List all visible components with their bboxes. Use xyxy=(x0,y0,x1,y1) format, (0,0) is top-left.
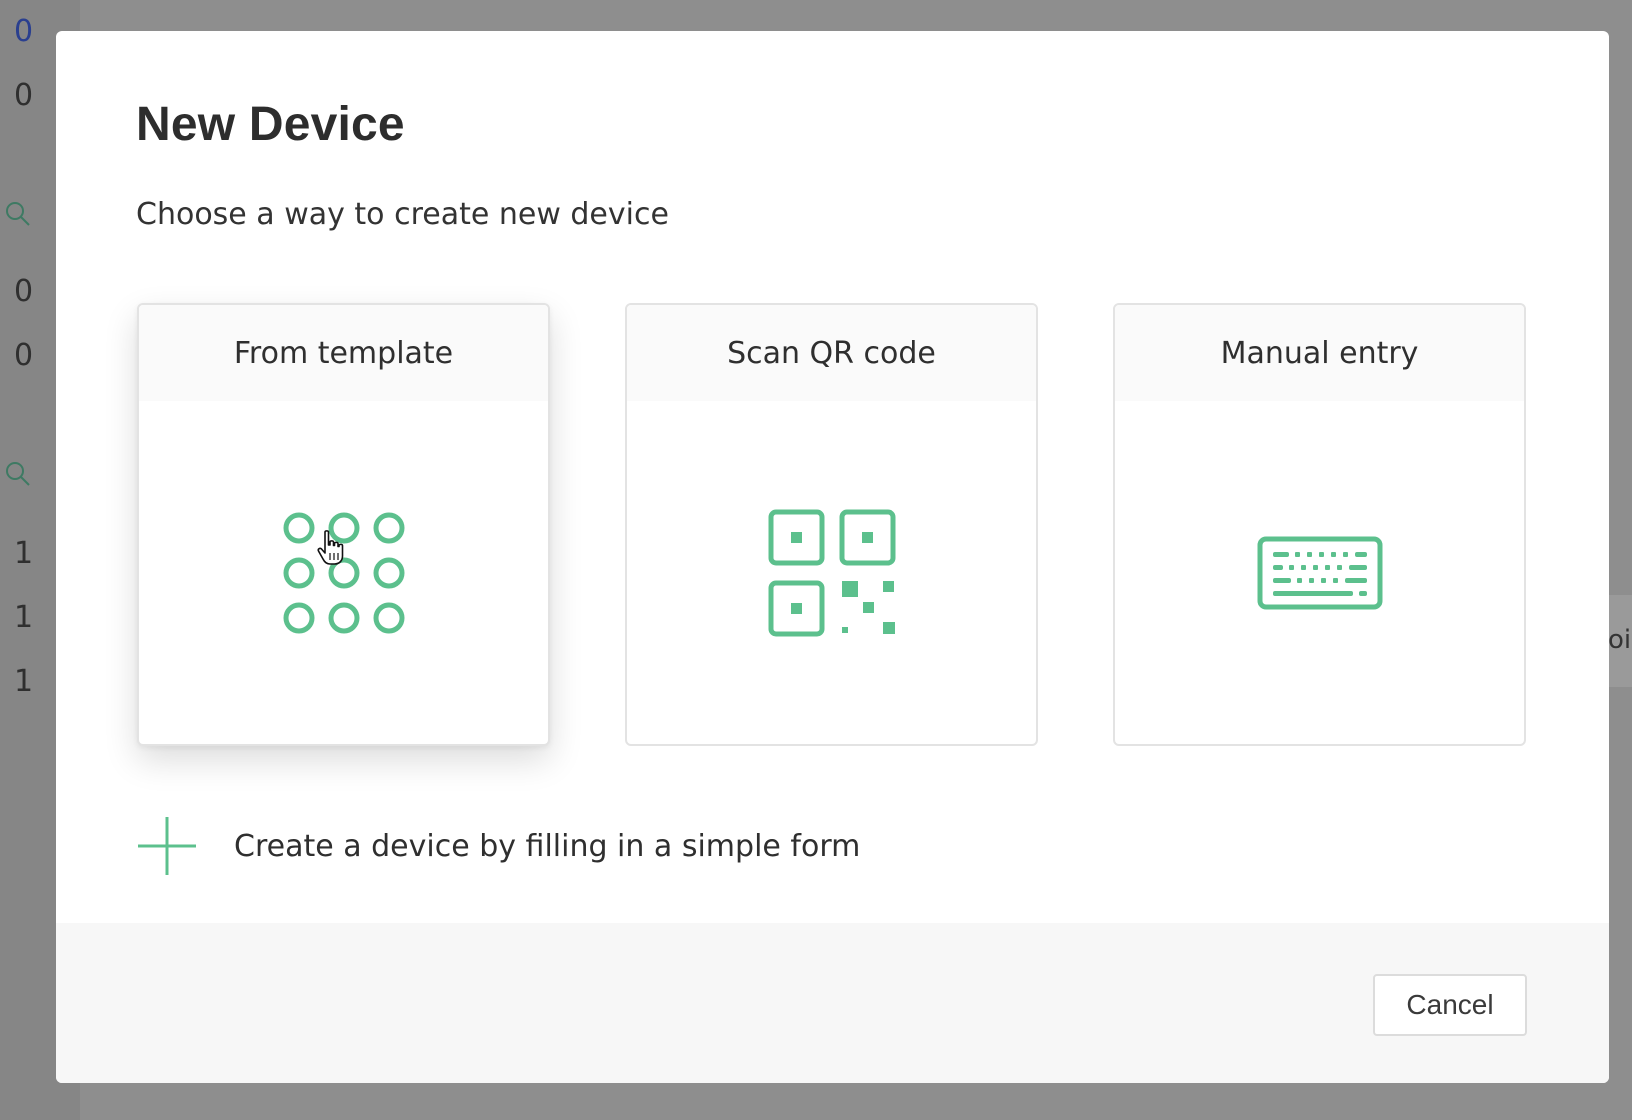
background-value: 0 xyxy=(14,338,34,373)
dialog-footer: Cancel xyxy=(56,923,1609,1083)
dialog-title: New Device xyxy=(136,98,405,151)
cancel-button[interactable]: Cancel xyxy=(1373,974,1527,1036)
new-device-dialog: New Device Choose a way to create new de… xyxy=(56,31,1609,1083)
scan-qr-code-option[interactable]: Scan QR code xyxy=(625,303,1038,746)
search-icon xyxy=(6,462,30,486)
create-device-form-text: Create a device by filling in a simple f… xyxy=(234,828,861,864)
plus-icon xyxy=(138,817,196,875)
dialog-subtitle: Choose a way to create new device xyxy=(136,197,669,232)
background-value: 1 xyxy=(14,536,34,571)
background-value: 0 xyxy=(14,14,34,49)
background-value: 0 xyxy=(14,78,34,113)
manual-entry-option[interactable]: Manual entry xyxy=(1113,303,1526,746)
qr-code-icon xyxy=(768,509,895,636)
search-icon xyxy=(6,202,30,226)
option-label: Scan QR code xyxy=(627,305,1036,401)
option-label: From template xyxy=(139,305,548,401)
background-value: 0 xyxy=(14,274,34,309)
option-label: Manual entry xyxy=(1115,305,1524,401)
keyboard-icon xyxy=(1257,536,1382,609)
from-template-option[interactable]: From template xyxy=(137,303,550,746)
create-device-form-link[interactable]: Create a device by filling in a simple f… xyxy=(136,814,860,878)
background-value: 1 xyxy=(14,664,34,699)
background-value: 1 xyxy=(14,600,34,635)
background-chip-text: oi xyxy=(1608,625,1632,655)
template-grid-icon xyxy=(283,512,404,633)
